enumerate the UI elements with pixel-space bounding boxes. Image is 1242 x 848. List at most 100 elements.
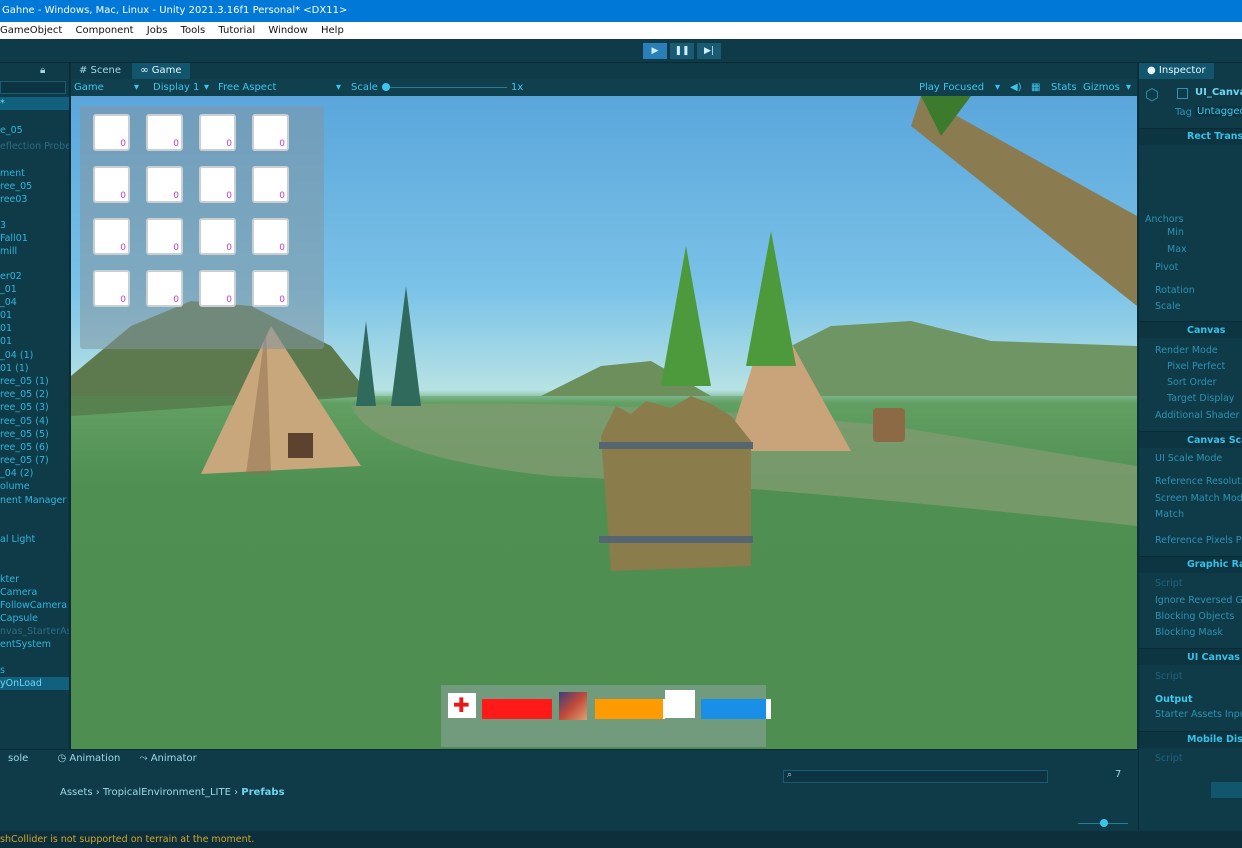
inventory-panel: 0 0 0 0 0 0 0 0 0 0 0 0 0 0 0 0: [80, 106, 324, 349]
hierarchy-item[interactable]: ree_05 (6): [0, 441, 49, 454]
inventory-slot[interactable]: 0: [199, 114, 236, 151]
hierarchy-item[interactable]: nvas_StarterAs: [0, 625, 69, 638]
hierarchy-item[interactable]: al Light: [0, 533, 35, 546]
tab-scene[interactable]: # Scene: [71, 63, 129, 79]
keyboard-icon[interactable]: ▦: [1031, 79, 1040, 96]
inventory-slot[interactable]: 0: [199, 270, 236, 307]
lock-icon[interactable]: 🔒︎: [40, 63, 45, 79]
hierarchy-item[interactable]: e_05: [0, 124, 23, 137]
hierarchy-item[interactable]: FollowCamera: [0, 599, 67, 612]
inventory-slot[interactable]: 0: [93, 114, 130, 151]
menu-component[interactable]: Component: [76, 25, 134, 36]
hierarchy-item[interactable]: nent Manager: [0, 494, 66, 507]
hierarchy-scene-row[interactable]: *: [0, 97, 69, 110]
hierarchy-item[interactable]: 01: [0, 309, 12, 322]
aspect-dropdown[interactable]: Free Aspect: [218, 79, 276, 96]
hierarchy-item[interactable]: ree_05: [0, 180, 32, 193]
inventory-slot-count: 0: [279, 191, 285, 201]
add-component-button[interactable]: [1211, 782, 1242, 798]
hierarchy-item[interactable]: Camera: [0, 586, 37, 599]
scale-slider-track[interactable]: [383, 87, 507, 88]
hierarchy-item[interactable]: ree_05 (5): [0, 428, 49, 441]
tab-console[interactable]: sole: [0, 750, 36, 768]
inventory-slot[interactable]: 0: [252, 270, 289, 307]
hierarchy-item[interactable]: 01: [0, 322, 12, 335]
hierarchy-item[interactable]: entSystem: [0, 638, 51, 651]
hierarchy-item[interactable]: ree_05 (7): [0, 454, 49, 467]
play-button[interactable]: ▶: [643, 43, 667, 59]
hierarchy-item[interactable]: s: [0, 664, 5, 677]
barrel-broken: [601, 396, 751, 571]
hierarchy-item[interactable]: yOnLoad: [0, 677, 69, 690]
hierarchy-item[interactable]: ree_05 (1): [0, 375, 49, 388]
screen-match-mode-label: Screen Match Mod: [1155, 493, 1242, 504]
menu-tools[interactable]: Tools: [181, 25, 206, 36]
hierarchy-item[interactable]: olume: [0, 480, 30, 493]
hierarchy-item[interactable]: _04 (2): [0, 467, 33, 480]
inventory-slot[interactable]: 0: [252, 218, 289, 255]
play-focused-dropdown[interactable]: Play Focused: [919, 79, 984, 96]
thumbnail-slider-handle[interactable]: [1100, 819, 1108, 827]
inventory-slot[interactable]: 0: [93, 270, 130, 307]
render-mode-label: Render Mode: [1155, 345, 1218, 356]
tab-inspector[interactable]: ● Inspector: [1139, 63, 1214, 79]
inventory-slot[interactable]: 0: [146, 270, 183, 307]
menu-gameobject[interactable]: GameObject: [0, 25, 62, 36]
tab-game[interactable]: ∞ Game: [132, 63, 190, 79]
inventory-slot[interactable]: 0: [93, 166, 130, 203]
menu-jobs[interactable]: Jobs: [147, 25, 168, 36]
anchors-foldout[interactable]: Anchors: [1145, 213, 1183, 226]
inventory-slot[interactable]: 0: [252, 114, 289, 151]
inventory-slot[interactable]: 0: [146, 218, 183, 255]
inventory-slot[interactable]: 0: [199, 166, 236, 203]
inventory-slot[interactable]: 0: [146, 166, 183, 203]
breadcrumb-assets[interactable]: Assets: [60, 787, 93, 798]
tab-animator[interactable]: ⤳ Animator: [132, 750, 205, 768]
game-mode-dropdown[interactable]: Game: [74, 79, 104, 96]
pause-button[interactable]: ❚❚: [670, 43, 694, 59]
inventory-slot-count: 0: [120, 139, 126, 149]
menu-tutorial[interactable]: Tutorial: [218, 25, 255, 36]
hierarchy-item[interactable]: eflection Probe: [0, 140, 69, 153]
hierarchy-item[interactable]: mill: [0, 245, 17, 258]
active-checkbox[interactable]: [1177, 88, 1188, 99]
scale-slider-handle[interactable]: [382, 83, 390, 91]
console-status-bar[interactable]: shCollider is not supported on terrain a…: [0, 831, 1242, 848]
hierarchy-item[interactable]: ree_05 (2): [0, 388, 49, 401]
inventory-slot-count: 0: [120, 295, 126, 305]
stats-button[interactable]: Stats: [1051, 79, 1077, 96]
audio-icon[interactable]: ◀): [1010, 79, 1022, 96]
menu-help[interactable]: Help: [321, 25, 344, 36]
hierarchy-item[interactable]: er02: [0, 270, 22, 283]
hierarchy-item[interactable]: ment: [0, 167, 25, 180]
breadcrumb-prefabs[interactable]: Prefabs: [241, 787, 284, 798]
game-viewport[interactable]: 0 0 0 0 0 0 0 0 0 0 0 0 0 0 0 0 ✚: [71, 96, 1137, 749]
inventory-slot[interactable]: 0: [199, 218, 236, 255]
breadcrumb-tropical[interactable]: TropicalEnvironment_LITE: [103, 787, 231, 798]
menu-window[interactable]: Window: [268, 25, 307, 36]
hierarchy-item[interactable]: ree_05 (3): [0, 401, 49, 414]
hierarchy-item[interactable]: Fall01: [0, 232, 28, 245]
animator-icon: ⤳: [139, 753, 151, 764]
hierarchy-item[interactable]: 01 (1): [0, 362, 29, 375]
hierarchy-item[interactable]: _04 (1): [0, 349, 33, 362]
hierarchy-item[interactable]: 3: [0, 219, 6, 232]
hierarchy-search-input[interactable]: [0, 81, 66, 94]
display-dropdown[interactable]: Display 1: [153, 79, 199, 96]
tab-animation[interactable]: ◷ Animation: [49, 750, 128, 768]
hierarchy-item[interactable]: Capsule: [0, 612, 38, 625]
inventory-slot[interactable]: 0: [93, 218, 130, 255]
inventory-slot[interactable]: 0: [146, 114, 183, 151]
hierarchy-item[interactable]: _01: [0, 283, 17, 296]
tag-dropdown[interactable]: Untagged: [1195, 106, 1242, 117]
hierarchy-item[interactable]: _04: [0, 296, 17, 309]
gizmos-button[interactable]: Gizmos: [1083, 79, 1120, 96]
hierarchy-item[interactable]: 01: [0, 335, 12, 348]
object-name-field[interactable]: UI_Canvas: [1195, 87, 1242, 98]
project-search-input[interactable]: ⌕: [783, 770, 1048, 783]
hierarchy-item[interactable]: ree_05 (4): [0, 415, 49, 428]
hierarchy-item[interactable]: ree03: [0, 193, 27, 206]
hierarchy-item[interactable]: kter: [0, 573, 19, 586]
step-button[interactable]: ▶|: [697, 43, 721, 59]
inventory-slot[interactable]: 0: [252, 166, 289, 203]
